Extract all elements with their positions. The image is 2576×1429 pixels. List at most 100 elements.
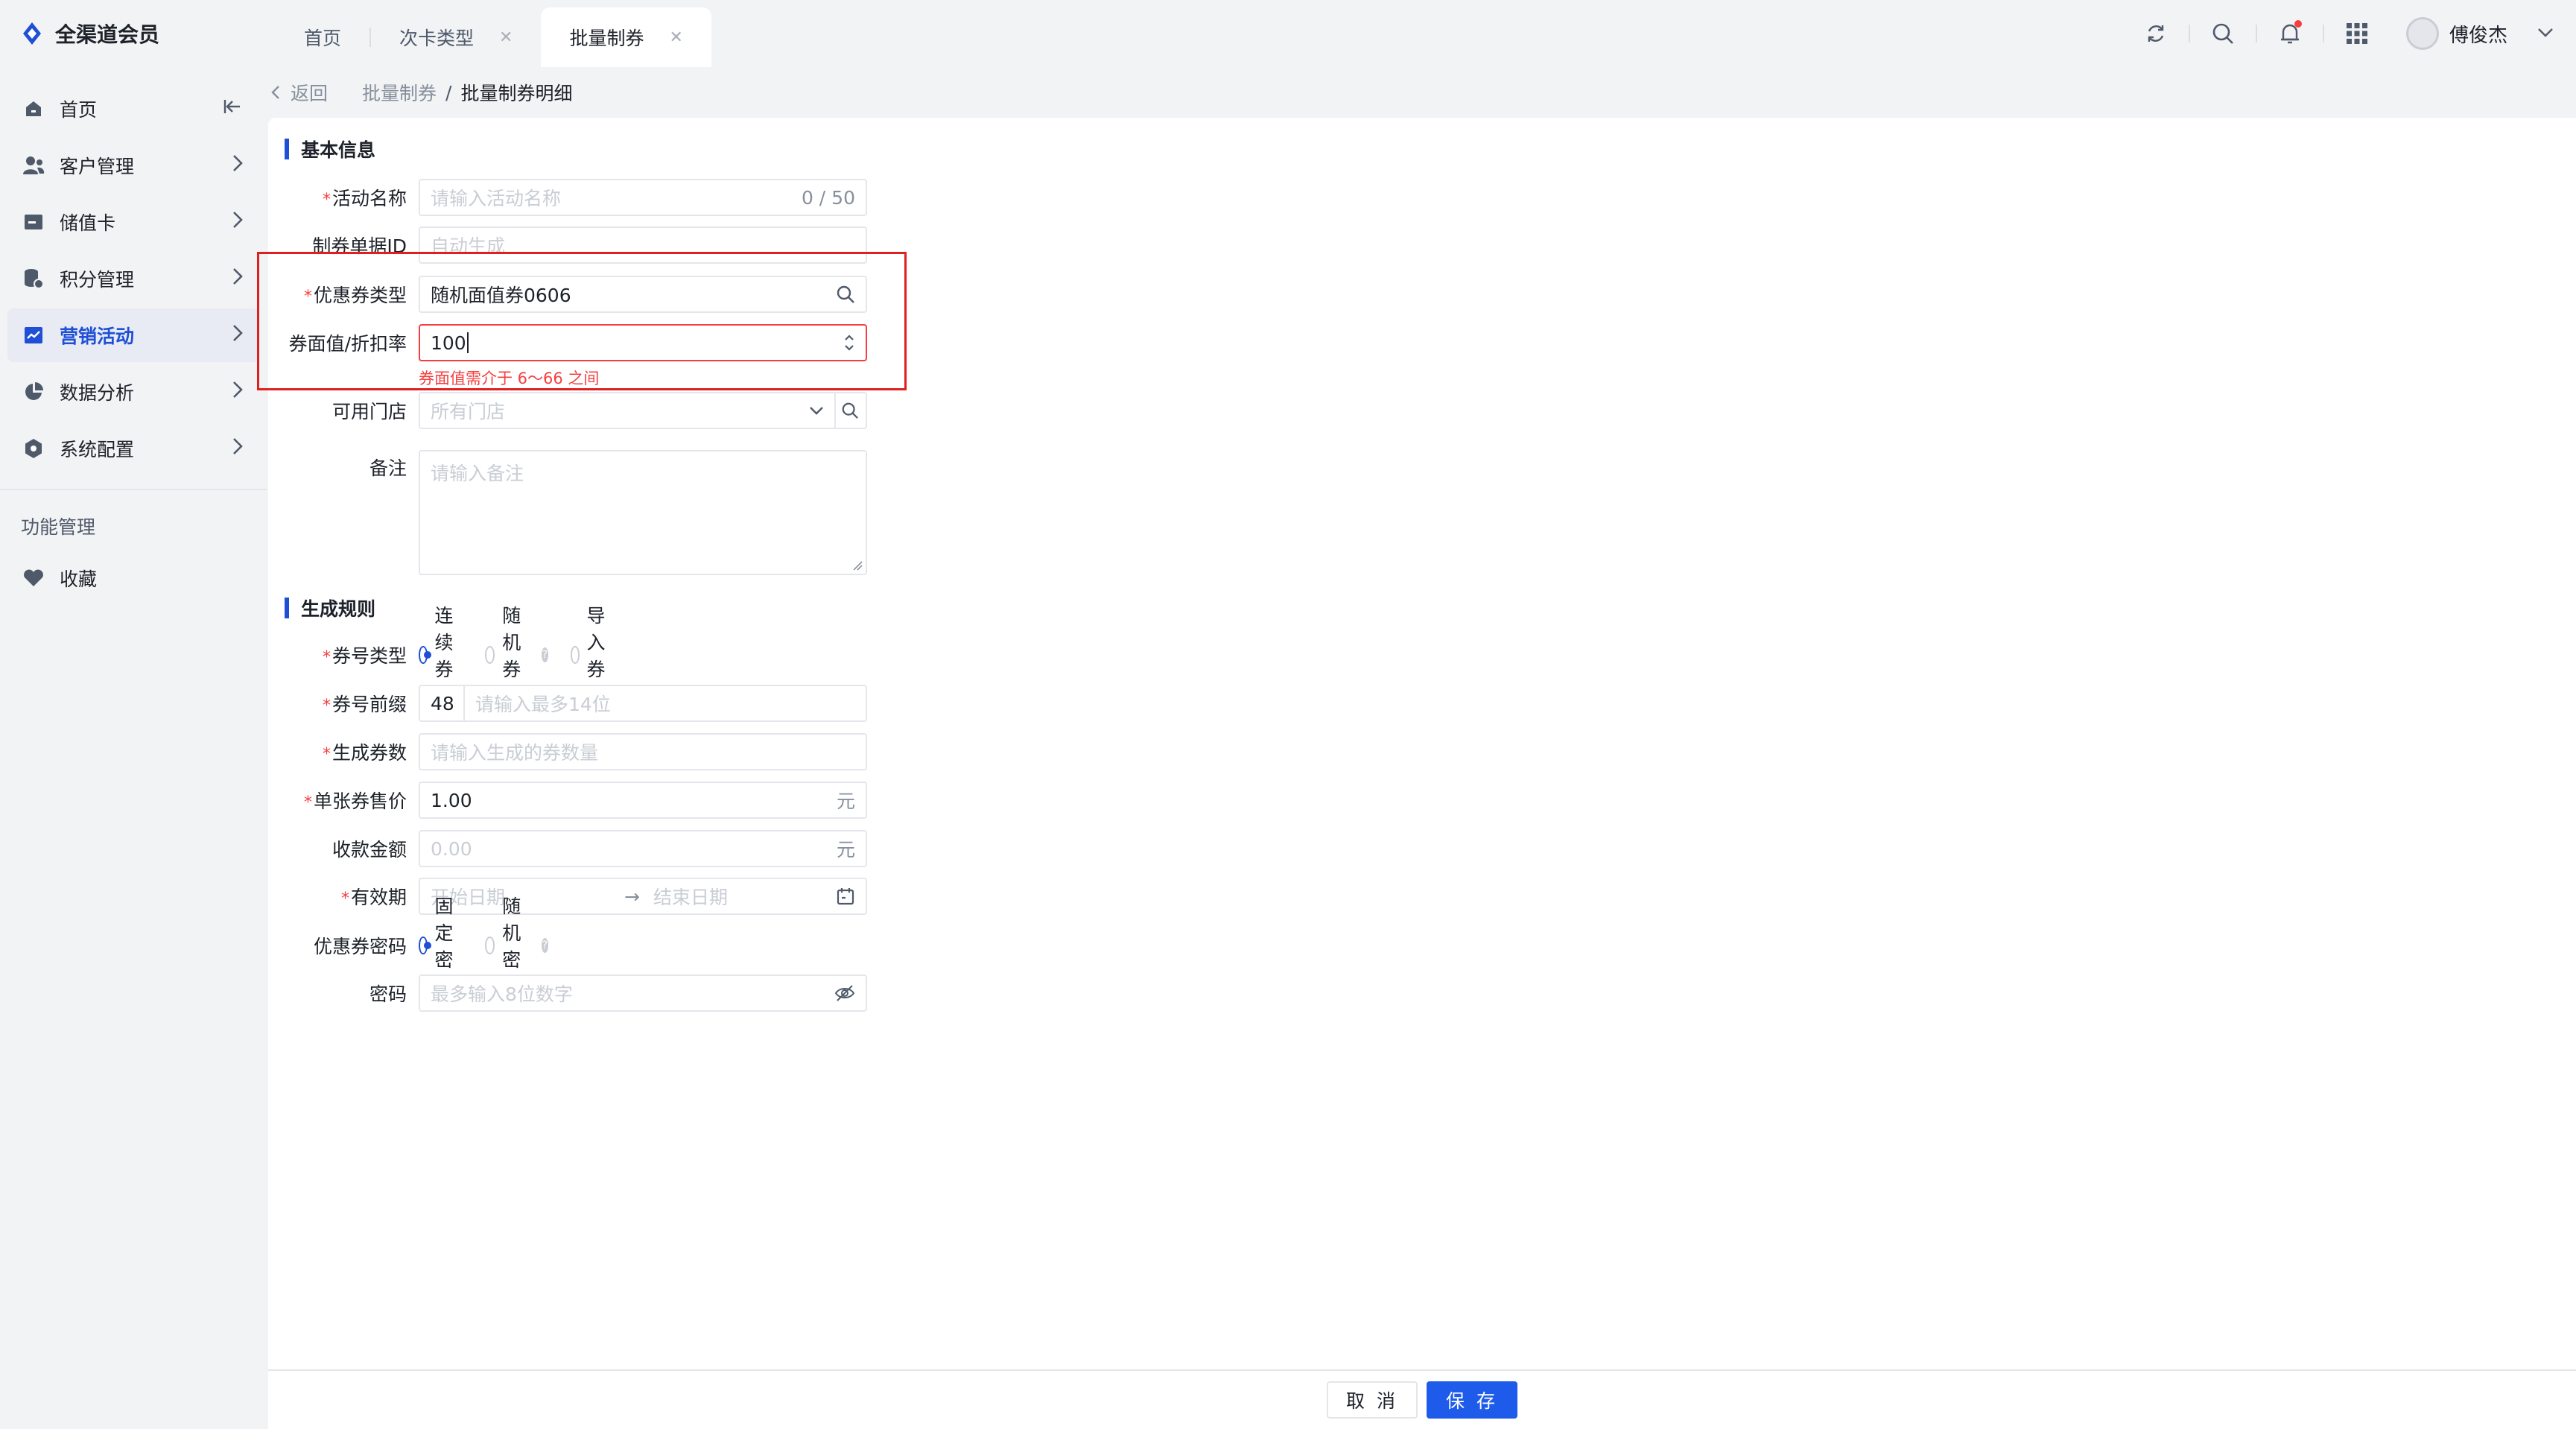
password-input[interactable]: 最多输入8位数字 (419, 975, 867, 1012)
coupon-type-select[interactable]: 随机面值券0606 (419, 276, 867, 313)
tab-card-type[interactable]: 次卡类型 ✕ (371, 7, 541, 67)
sidebar-item-marketing[interactable]: 营销活动 (7, 308, 259, 362)
radio-dot (485, 646, 495, 664)
app-name: 全渠道会员 (55, 22, 160, 47)
help-icon[interactable]: ? (541, 938, 549, 953)
help-icon[interactable]: ? (541, 647, 549, 662)
collapse-sidebar-icon[interactable] (223, 98, 243, 120)
home-icon (22, 98, 45, 120)
chevron-right-icon (232, 437, 243, 460)
stores-select[interactable]: 所有门店 (419, 392, 836, 429)
eye-off-icon[interactable] (834, 984, 855, 1002)
sidebar-item-analytics[interactable]: 数据分析 (7, 365, 259, 419)
face-value-input[interactable]: 100 (419, 324, 867, 361)
sidebar-item-favorites[interactable]: 收藏 (7, 551, 259, 605)
coupon-type-value: 随机面值券0606 (431, 285, 571, 306)
row-amount: 收款金额 0.00 元 (268, 830, 867, 867)
prefix-input[interactable]: 48 请输入最多14位 (419, 685, 867, 722)
field-label: *券号前缀 (322, 694, 407, 715)
apps-grid-icon[interactable] (2342, 19, 2372, 48)
divider (2188, 25, 2190, 42)
chevron-right-icon (232, 324, 243, 346)
chevron-right-icon (232, 381, 243, 403)
sidebar-divider (0, 489, 267, 490)
sidebar-item-label: 营销活动 (60, 326, 135, 347)
chevron-down-icon[interactable] (809, 406, 824, 415)
doc-id-input: 自动生成 (419, 226, 867, 264)
field-label: *优惠券类型 (303, 285, 407, 306)
notification-dot (2294, 20, 2302, 28)
char-counter: 0 / 50 (801, 186, 855, 209)
number-stepper-icon[interactable] (843, 332, 855, 353)
radio-dot (419, 937, 431, 954)
sidebar-item-label: 积分管理 (60, 269, 135, 291)
cancel-button[interactable]: 取 消 (1327, 1381, 1418, 1419)
store-search-button[interactable] (834, 392, 867, 429)
amount-input[interactable]: 0.00 元 (419, 830, 867, 867)
search-icon[interactable] (2208, 19, 2238, 48)
avatar[interactable] (2405, 17, 2439, 50)
field-label: *券号类型 (322, 645, 407, 667)
section-title: 功能管理 (21, 516, 96, 538)
row-unit-price: *单张券售价 1.00 元 (268, 782, 867, 819)
top-actions: 傅俊杰 (2123, 0, 2554, 67)
placeholder: 自动生成 (431, 235, 506, 257)
placeholder: 请输入备注 (431, 463, 524, 484)
breadcrumb-current: 批量制券明细 (460, 83, 573, 104)
search-icon[interactable] (836, 285, 855, 304)
field-label: 制券单据ID (312, 235, 407, 257)
row-doc-id: 制券单据ID 自动生成 (268, 226, 867, 264)
sidebar-item-label: 数据分析 (60, 382, 135, 404)
section-marker (285, 139, 289, 159)
close-icon[interactable]: ✕ (499, 28, 513, 47)
section-title: 生成规则 (301, 598, 376, 620)
tab-home[interactable]: 首页 (276, 7, 369, 67)
refresh-icon[interactable] (2141, 19, 2171, 48)
card-icon (22, 211, 45, 233)
face-value-value: 100 (431, 332, 466, 354)
sidebar-item-system[interactable]: 系统配置 (7, 422, 259, 475)
unit-price-input[interactable]: 1.00 元 (419, 782, 867, 819)
placeholder: 请输入生成的券数量 (431, 742, 599, 764)
row-coupon-type: *优惠券类型 随机面值券0606 (268, 276, 867, 313)
sidebar-item-home[interactable]: 首页 (7, 82, 259, 136)
row-activity-name: *活动名称 请输入活动名称 0 / 50 (268, 179, 867, 216)
back-link[interactable]: 返回 (271, 79, 328, 106)
sidebar-item-stored-value-card[interactable]: 储值卡 (7, 195, 259, 249)
field-label: 券面值/折扣率 (288, 333, 407, 355)
user-icon (22, 154, 45, 177)
settings-icon (22, 437, 45, 460)
chevron-down-icon[interactable] (2537, 27, 2554, 41)
row-password: 密码 最多输入8位数字 (268, 975, 867, 1012)
chevron-right-icon (232, 267, 243, 290)
field-label: *生成券数 (322, 742, 407, 764)
sidebar-item-points[interactable]: 积分管理 (7, 252, 259, 305)
activity-name-input[interactable]: 请输入活动名称 0 / 50 (419, 179, 867, 216)
radio-dot (419, 646, 431, 664)
tab-bar: 首页 次卡类型 ✕ 批量制券 ✕ (276, 0, 711, 67)
row-validity: *有效期 开始日期 → 结束日期 (268, 878, 867, 915)
radio-dot (571, 646, 580, 664)
sidebar-item-customers[interactable]: 客户管理 (7, 139, 259, 192)
chevron-right-icon (232, 211, 243, 233)
end-date-placeholder[interactable]: 结束日期 (653, 883, 728, 910)
count-input[interactable]: 请输入生成的券数量 (419, 733, 867, 770)
bell-icon[interactable] (2275, 19, 2305, 48)
unit-price-value: 1.00 (431, 789, 472, 811)
user-name[interactable]: 傅俊杰 (2449, 20, 2507, 48)
resize-handle-icon (853, 561, 863, 571)
sidebar-item-label: 收藏 (60, 568, 98, 590)
close-icon[interactable]: ✕ (669, 28, 682, 47)
remark-textarea[interactable]: 请输入备注 (419, 450, 867, 575)
tab-batch-coupon[interactable]: 批量制券 ✕ (541, 7, 711, 67)
calendar-icon[interactable] (836, 887, 855, 906)
placeholder: 请输入活动名称 (431, 188, 562, 209)
save-button[interactable]: 保 存 (1427, 1381, 1517, 1419)
coins-icon (22, 267, 45, 290)
row-face-value: 券面值/折扣率 100 (268, 324, 867, 361)
chevron-right-icon (232, 154, 243, 177)
row-count: *生成券数 请输入生成的券数量 (268, 733, 867, 770)
field-label: *单张券售价 (303, 790, 407, 812)
breadcrumb-parent[interactable]: 批量制券 (362, 79, 437, 106)
footer-actions: 取 消 保 存 (268, 1369, 2576, 1429)
